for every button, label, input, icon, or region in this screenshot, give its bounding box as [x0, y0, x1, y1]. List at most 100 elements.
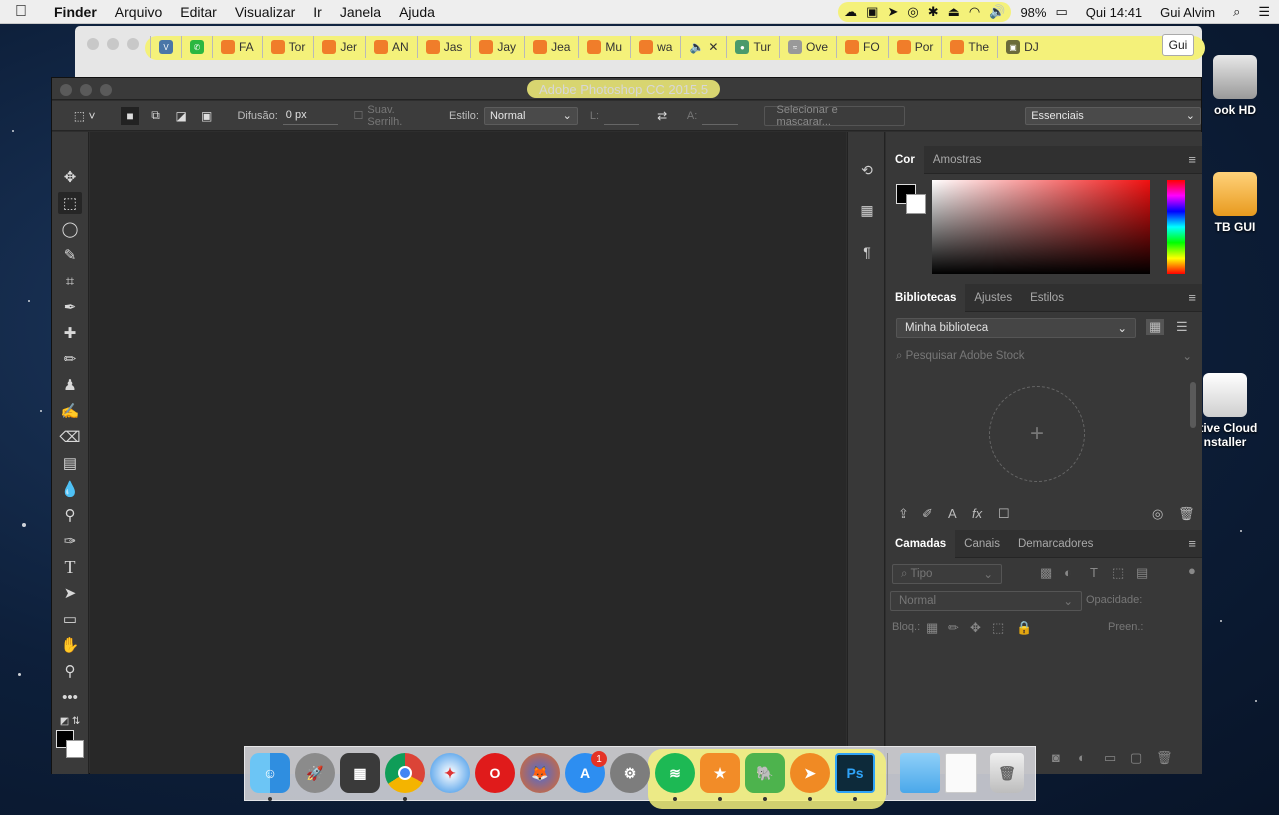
list-view-icon[interactable]: ☰	[1176, 319, 1188, 335]
eyedropper-tool-icon[interactable]: ✒	[58, 296, 82, 318]
launchpad-icon[interactable]: 🚀	[295, 753, 335, 793]
hand-tool-icon[interactable]: ✋	[58, 634, 82, 656]
adobe-cc-icon[interactable]: ◎	[907, 4, 918, 20]
move-tool-icon[interactable]: ✥	[58, 166, 82, 188]
firefox-icon[interactable]: 🦊	[520, 753, 560, 793]
marquee-tool-icon[interactable]: ⬚	[58, 192, 82, 214]
document-canvas[interactable]	[90, 132, 846, 774]
chrome-tab[interactable]: ≈ Ove	[779, 36, 836, 58]
opera-icon[interactable]: O	[475, 753, 515, 793]
airmail-icon[interactable]: ➤	[790, 753, 830, 793]
history-panel-icon[interactable]: ⟲	[857, 160, 877, 180]
filter-smart-object-icon[interactable]: ▤	[1136, 565, 1148, 581]
zoom-icon[interactable]	[100, 84, 112, 96]
notification-center-icon[interactable]: ☰	[1249, 4, 1279, 20]
eject-icon[interactable]: ⏏	[948, 4, 960, 20]
layer-style-icon[interactable]: fx	[972, 506, 982, 521]
color-bg-swatch[interactable]	[906, 194, 926, 214]
gradient-tool-icon[interactable]: ▤	[58, 452, 82, 474]
new-layer-icon[interactable]: ▢	[1130, 750, 1142, 766]
style-select[interactable]: Normal ⌄	[483, 106, 578, 125]
panel-menu-icon[interactable]: ≡	[1188, 290, 1196, 305]
chrome-tab[interactable]: The	[941, 36, 997, 58]
layer-kind-filter[interactable]: ⌕ Tipo ⌄	[892, 564, 1002, 584]
chrome-tab[interactable]: ● Tur	[726, 36, 779, 58]
zoom-icon[interactable]	[127, 38, 139, 50]
eraser-tool-icon[interactable]: ⌫	[58, 426, 82, 448]
menu-ir[interactable]: Ir	[304, 4, 331, 20]
chrome-icon[interactable]	[385, 753, 425, 793]
apple-menu-icon[interactable]: 	[0, 3, 42, 21]
bluetooth-icon[interactable]: ✱	[928, 4, 939, 20]
blend-mode-select[interactable]: Normal ⌄	[890, 591, 1082, 611]
marquee-preset-icon[interactable]: ⬚ ˅	[70, 107, 99, 125]
menu-editar[interactable]: Editar	[171, 4, 226, 20]
menu-app-name[interactable]: Finder	[42, 4, 106, 20]
filter-type-icon[interactable]: T	[1090, 565, 1098, 580]
subtract-selection-icon[interactable]: ◪	[172, 107, 190, 125]
hue-slider[interactable]	[1167, 180, 1185, 274]
menu-arquivo[interactable]: Arquivo	[106, 4, 171, 20]
height-input[interactable]	[702, 107, 738, 125]
add-selection-icon[interactable]: ⧉	[147, 107, 165, 125]
graphic-icon[interactable]: ☐	[998, 506, 1010, 522]
tab-amostras[interactable]: Amostras	[924, 146, 991, 174]
path-selection-tool-icon[interactable]: ➤	[58, 582, 82, 604]
default-colors-icon[interactable]: ◩ ⇅	[58, 710, 82, 732]
chrome-tab[interactable]: Mu	[578, 36, 630, 58]
tab-bibliotecas[interactable]: Bibliotecas	[886, 283, 966, 312]
photoshop-icon[interactable]: Ps	[835, 753, 875, 793]
lock-all-icon[interactable]: 🔒	[1016, 620, 1032, 636]
color-spectrum[interactable]	[932, 180, 1150, 274]
chrome-tab[interactable]: Jay	[470, 36, 524, 58]
user-name[interactable]: Gui Alvim	[1151, 5, 1224, 20]
trash-icon[interactable]: 🗑	[990, 753, 1024, 793]
dodge-tool-icon[interactable]: ⚲	[58, 504, 82, 526]
lock-transparency-icon[interactable]: ▦	[926, 620, 938, 636]
downloads-folder-icon[interactable]	[900, 753, 940, 793]
fill-input[interactable]	[1144, 618, 1198, 638]
properties-panel-icon[interactable]: ▦	[857, 200, 877, 220]
finder-icon[interactable]: ☺	[250, 753, 290, 793]
reeder-icon[interactable]: ★	[700, 753, 740, 793]
tab-canais[interactable]: Canais	[955, 530, 1009, 558]
tab-estilos[interactable]: Estilos	[1021, 284, 1073, 312]
filter-shape-icon[interactable]: ⬚	[1112, 565, 1124, 581]
spotify-icon[interactable]: ≋	[655, 753, 695, 793]
lock-pixels-icon[interactable]: ✏	[948, 620, 959, 636]
stock-search-input[interactable]: ⌕ Pesquisar Adobe Stock ⌄	[888, 346, 1200, 366]
chrome-tab[interactable]: FO	[836, 36, 888, 58]
airmail-status-icon[interactable]: ➤	[887, 4, 898, 20]
trash-icon[interactable]: 🗑	[1178, 506, 1195, 522]
workspace-select[interactable]: Essenciais ⌄	[1025, 106, 1201, 125]
chrome-tab[interactable]: ✆	[181, 36, 212, 58]
paragraph-panel-icon[interactable]: ¶	[857, 242, 877, 262]
library-select[interactable]: Minha biblioteca ⌄	[896, 318, 1136, 338]
chrome-profile-button[interactable]: Gui	[1162, 34, 1194, 56]
rectangle-tool-icon[interactable]: ▭	[58, 608, 82, 630]
delete-layer-icon[interactable]: 🗑	[1156, 750, 1173, 766]
select-and-mask-button[interactable]: Selecionar e mascarar...	[763, 104, 906, 128]
photo-slideshow-icon[interactable]: ▦	[340, 753, 380, 793]
spotlight-icon[interactable]: ⌕	[1224, 4, 1249, 20]
antialias-checkbox[interactable]: ☐	[354, 109, 364, 122]
creative-cloud-icon[interactable]: ☁	[844, 4, 857, 20]
chrome-tab-active[interactable]: 🔈 ✕	[680, 36, 726, 58]
add-mask-icon[interactable]: ◙	[1052, 750, 1060, 765]
brush-add-icon[interactable]: ✐	[922, 506, 933, 522]
pen-tool-icon[interactable]: ✑	[58, 530, 82, 552]
tab-cor[interactable]: Cor	[886, 145, 924, 174]
chrome-tab[interactable]: FA	[212, 36, 262, 58]
filter-pixel-icon[interactable]: ▩	[1040, 565, 1052, 581]
libraries-scroll[interactable]	[1190, 382, 1196, 428]
minimize-icon[interactable]	[80, 84, 92, 96]
minimize-icon[interactable]	[107, 38, 119, 50]
safari-icon[interactable]: ✦	[430, 753, 470, 793]
menu-ajuda[interactable]: Ajuda	[390, 4, 444, 20]
close-icon[interactable]	[60, 84, 72, 96]
feather-input[interactable]: 0 px	[282, 107, 338, 125]
zoom-tool-icon[interactable]: ⚲	[58, 660, 82, 682]
volume-icon[interactable]: 🔊	[989, 4, 1005, 20]
background-color-swatch[interactable]	[66, 740, 84, 758]
blur-tool-icon[interactable]: 💧	[58, 478, 82, 500]
